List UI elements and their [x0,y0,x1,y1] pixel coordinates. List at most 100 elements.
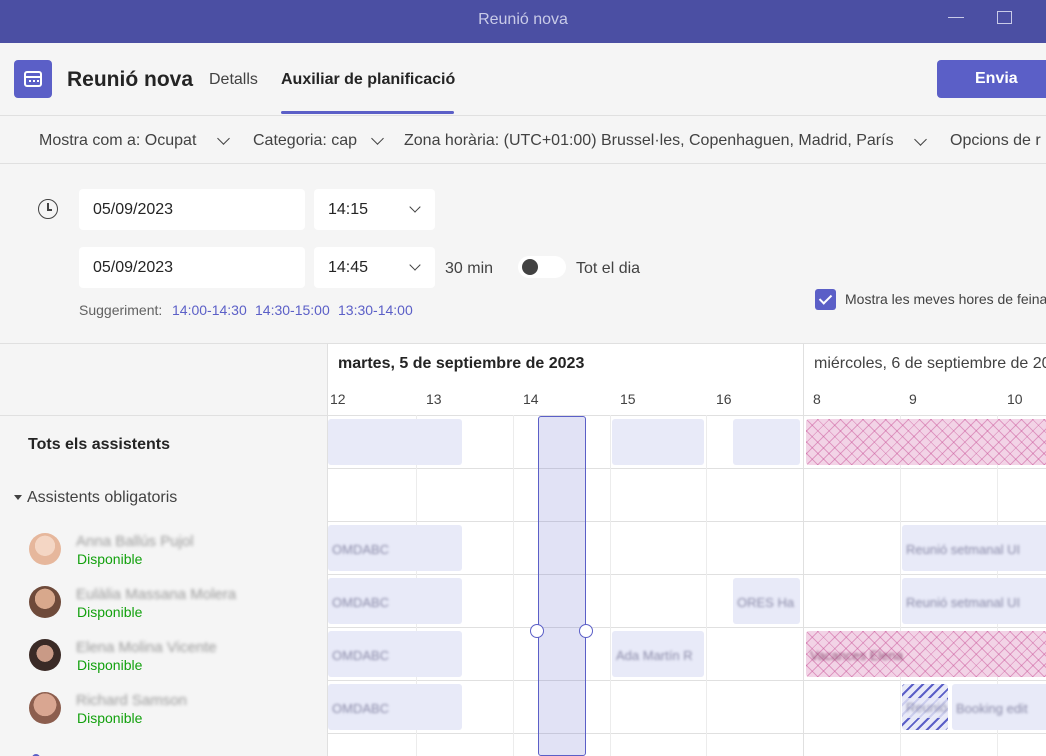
divider [0,415,328,416]
attendee-name: Richard Samson [76,692,187,709]
out-of-office-block [806,419,1046,465]
start-time-dropdown[interactable]: 14:15 [314,189,435,230]
tab-details[interactable]: Detalls [209,71,258,89]
end-date-field[interactable]: 05/09/2023 [79,247,305,288]
event-title: Booking edit [956,701,1028,716]
maximize-icon[interactable] [997,11,1012,24]
row-divider [328,627,1046,628]
avatar [29,692,61,724]
resize-handle-right[interactable] [579,624,593,638]
clock-icon [38,199,58,219]
attendee-row[interactable]: Elena Molina Vicente Disponible [0,629,328,682]
row-divider [328,521,1046,522]
tab-scheduling-assistant[interactable]: Auxiliar de planificació [281,71,455,89]
suggestion-link[interactable]: 14:30-15:00 [255,302,330,318]
event-title: OMDABC [332,542,390,557]
event-title: Vacances Elena [810,648,903,663]
window-title: Reunió nova [478,11,568,28]
chevron-down-icon[interactable] [217,132,230,145]
suggestion-link[interactable]: 13:30-14:00 [338,302,413,318]
event-block[interactable]: OMDABC [328,525,462,571]
event-block[interactable]: Ada Martín R [612,631,704,677]
row-divider [328,415,1046,416]
start-date-field[interactable]: 05/09/2023 [79,189,305,230]
show-as-dropdown[interactable]: Mostra com a: Ocupat [39,132,196,150]
category-dropdown[interactable]: Categoria: cap [253,132,357,150]
all-day-toggle[interactable] [518,256,566,278]
hour-label: 12 [330,391,346,407]
out-of-office-block[interactable]: Vacances Elena [806,631,1046,677]
event-title: Ada Martín R [616,648,693,663]
row-divider [328,468,1046,469]
event-block[interactable]: Reunió setmanal UI [902,578,1046,624]
attendee-row[interactable]: Richard Samson Disponible [0,682,328,735]
attendee-name: Anna Ballús Pujol [76,533,194,550]
chevron-down-icon[interactable] [914,133,927,146]
hour-label: 16 [716,391,732,407]
event-block[interactable]: Reunió setmanal UI [902,525,1046,571]
attendee-status: Disponible [77,604,143,620]
timeline: martes, 5 de septiembre de 2023 miércole… [328,344,1046,756]
timezone-dropdown[interactable]: Zona horària: (UTC+01:00) Brussel·les, C… [404,132,894,150]
minimize-icon[interactable] [948,17,964,18]
attendee-status: Disponible [77,710,143,726]
avatar [29,533,61,565]
required-attendees-label[interactable]: Assistents obligatoris [27,489,177,507]
send-button[interactable]: Envia [937,60,1046,98]
event-block[interactable]: OMDABC [328,578,462,624]
show-working-hours-label: Mostra les meves hores de feina [845,291,1046,307]
category-label: Categoria: cap [253,132,358,149]
event-title: OMDABC [332,595,390,610]
show-working-hours-checkbox[interactable] [815,289,836,310]
collapse-caret-icon[interactable] [14,495,22,500]
day-header: miércoles, 6 de septiembre de 2023 [814,355,1046,372]
row-divider [328,574,1046,575]
meeting-options-button[interactable]: Opcions de r [950,132,1041,150]
day-header: martes, 5 de septiembre de 2023 [338,355,585,372]
hour-gridline [513,415,514,756]
start-time-value: 14:15 [328,201,369,218]
event-title: Reunió [906,700,948,715]
meeting-options-label: Opcions de r [950,132,1041,149]
end-time-dropdown[interactable]: 14:45 [314,247,435,288]
event-block[interactable]: OMDABC [328,631,462,677]
meeting-header: Reunió nova Detalls Auxiliar de planific… [0,43,1046,116]
busy-block [612,419,704,465]
attendee-row[interactable]: Eulàlia Massana Molera Disponible [0,576,328,629]
row-divider [328,733,1046,734]
selected-time-slot[interactable] [538,416,586,756]
attendee-status: Disponible [77,657,143,673]
chevron-down-icon[interactable] [371,132,384,145]
datetime-form: 05/09/2023 14:15 05/09/2023 14:45 30 min… [0,164,1046,344]
day-divider [803,344,804,756]
duration-label: 30 min [445,260,494,277]
event-block[interactable]: Booking edit [952,684,1046,730]
event-title: ORES Ha [737,595,795,610]
chevron-down-icon [409,259,421,271]
suggestion-link[interactable]: 14:00-14:30 [172,302,247,318]
event-block[interactable]: OMDABC [328,684,462,730]
active-tab-indicator [281,111,454,114]
hour-label: 15 [620,391,636,407]
chevron-down-icon [409,201,421,213]
hour-gridline [706,415,707,756]
options-bar: Mostra com a: Ocupat Categoria: cap Zona… [0,117,1046,164]
attendee-name: Elena Molina Vicente [76,639,217,656]
all-day-label: Tot el dia [576,260,641,277]
all-attendees-label: Tots els assistents [28,436,170,453]
event-title: Reunió setmanal UI [906,595,1021,610]
busy-block [733,419,800,465]
resize-handle-left[interactable] [530,624,544,638]
event-block[interactable]: Reunió [902,698,948,718]
hour-label: 10 [1007,391,1023,407]
event-block[interactable]: ORES Ha [733,578,800,624]
page-title: Reunió nova [67,68,194,91]
row-divider [328,680,1046,681]
avatar [29,639,61,671]
hour-label: 14 [523,391,539,407]
end-time-value: 14:45 [328,259,369,276]
event-title: OMDABC [332,648,390,663]
hour-label: 8 [813,391,821,407]
hour-gridline [610,415,611,756]
attendee-row[interactable]: Anna Ballús Pujol Disponible [0,523,328,576]
